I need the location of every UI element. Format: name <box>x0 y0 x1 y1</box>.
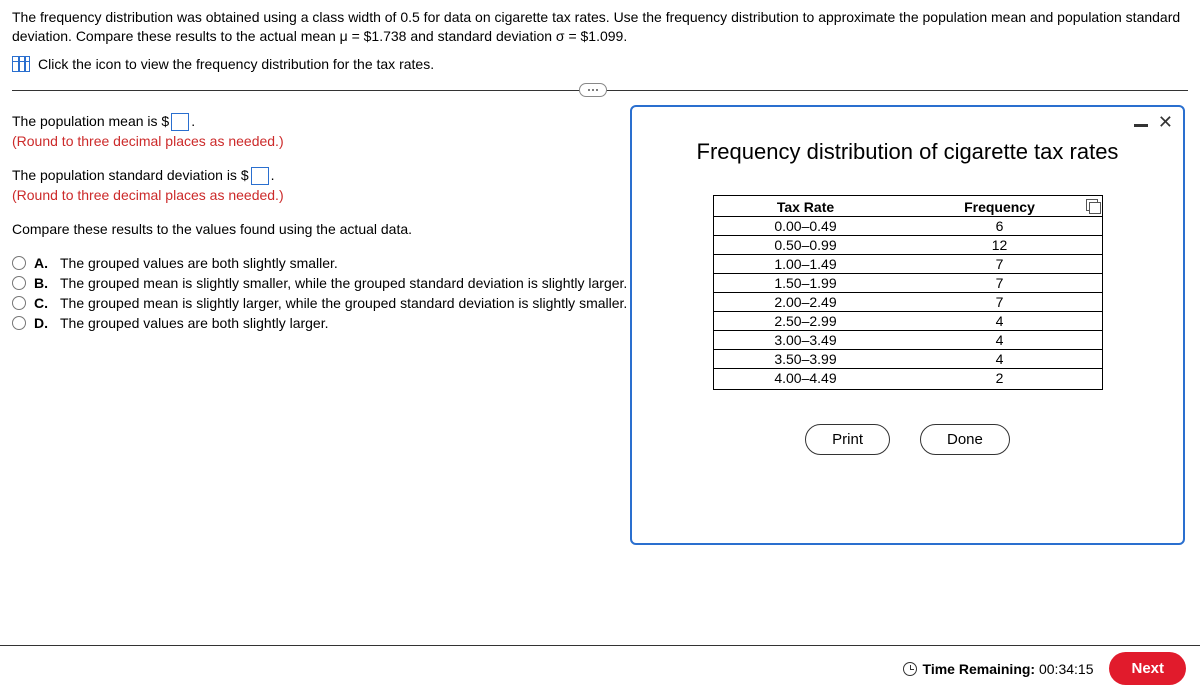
cell-tax-rate: 0.50–0.99 <box>714 236 898 255</box>
cell-frequency: 4 <box>897 331 1101 350</box>
choice-radio-c[interactable] <box>12 296 26 310</box>
table-row: 3.00–3.494 <box>714 331 1102 350</box>
time-remaining-value: 00:34:15 <box>1039 661 1094 677</box>
table-row: 0.50–0.9912 <box>714 236 1102 255</box>
copy-icon[interactable] <box>1086 199 1098 211</box>
cell-tax-rate: 0.00–0.49 <box>714 217 898 236</box>
choice-text: The grouped values are both slightly sma… <box>60 255 338 271</box>
table-row: 2.50–2.994 <box>714 312 1102 331</box>
cell-tax-rate: 4.00–4.49 <box>714 369 898 388</box>
col-frequency: Frequency <box>897 198 1101 217</box>
cell-frequency: 12 <box>897 236 1101 255</box>
cell-tax-rate: 2.00–2.49 <box>714 293 898 312</box>
question-prompt: The frequency distribution was obtained … <box>12 8 1188 46</box>
table-row: 3.50–3.994 <box>714 350 1102 369</box>
choice-letter: C. <box>34 295 48 311</box>
choice-text: The grouped values are both slightly lar… <box>60 315 329 331</box>
time-remaining-label: Time Remaining: <box>923 661 1036 677</box>
print-button[interactable]: Print <box>805 424 890 455</box>
cell-frequency: 2 <box>897 369 1101 388</box>
clock-icon <box>903 662 917 676</box>
choice-radio-b[interactable] <box>12 276 26 290</box>
table-icon[interactable] <box>12 56 30 72</box>
choice-radio-a[interactable] <box>12 256 26 270</box>
table-row: 2.00–2.497 <box>714 293 1102 312</box>
cell-frequency: 6 <box>897 217 1101 236</box>
mean-input[interactable] <box>171 113 189 131</box>
cell-tax-rate: 3.50–3.99 <box>714 350 898 369</box>
divider <box>12 90 1188 91</box>
choice-letter: A. <box>34 255 48 271</box>
table-row: 4.00–4.492 <box>714 369 1102 388</box>
more-dots-icon[interactable] <box>579 83 607 97</box>
choice-text: The grouped mean is slightly smaller, wh… <box>60 275 627 291</box>
table-row: 0.00–0.496 <box>714 217 1102 236</box>
choice-radio-d[interactable] <box>12 316 26 330</box>
cell-frequency: 4 <box>897 312 1101 331</box>
view-distribution-link[interactable]: Click the icon to view the frequency dis… <box>38 56 434 72</box>
cell-tax-rate: 1.50–1.99 <box>714 274 898 293</box>
col-tax-rate: Tax Rate <box>714 198 898 217</box>
cell-tax-rate: 1.00–1.49 <box>714 255 898 274</box>
cell-frequency: 7 <box>897 274 1101 293</box>
cell-tax-rate: 2.50–2.99 <box>714 312 898 331</box>
mean-label-suffix: . <box>191 113 195 129</box>
frequency-table: Tax Rate Frequency 0.00–0.4960.50–0.9912… <box>713 195 1103 390</box>
modal-title: Frequency distribution of cigarette tax … <box>650 139 1165 165</box>
minimize-icon[interactable] <box>1134 124 1148 127</box>
std-label-prefix: The population standard deviation is $ <box>12 167 249 183</box>
std-input[interactable] <box>251 167 269 185</box>
cell-frequency: 7 <box>897 293 1101 312</box>
mean-label-prefix: The population mean is $ <box>12 113 169 129</box>
close-icon[interactable]: ✕ <box>1158 115 1173 129</box>
choice-letter: B. <box>34 275 48 291</box>
table-row: 1.00–1.497 <box>714 255 1102 274</box>
next-button[interactable]: Next <box>1109 652 1186 685</box>
frequency-distribution-modal: ✕ Frequency distribution of cigarette ta… <box>630 105 1185 545</box>
std-label-suffix: . <box>271 167 275 183</box>
footer-bar: Time Remaining: 00:34:15 Next <box>0 645 1200 691</box>
choice-text: The grouped mean is slightly larger, whi… <box>60 295 627 311</box>
cell-frequency: 4 <box>897 350 1101 369</box>
cell-frequency: 7 <box>897 255 1101 274</box>
cell-tax-rate: 3.00–3.49 <box>714 331 898 350</box>
done-button[interactable]: Done <box>920 424 1010 455</box>
table-row: 1.50–1.997 <box>714 274 1102 293</box>
choice-letter: D. <box>34 315 48 331</box>
